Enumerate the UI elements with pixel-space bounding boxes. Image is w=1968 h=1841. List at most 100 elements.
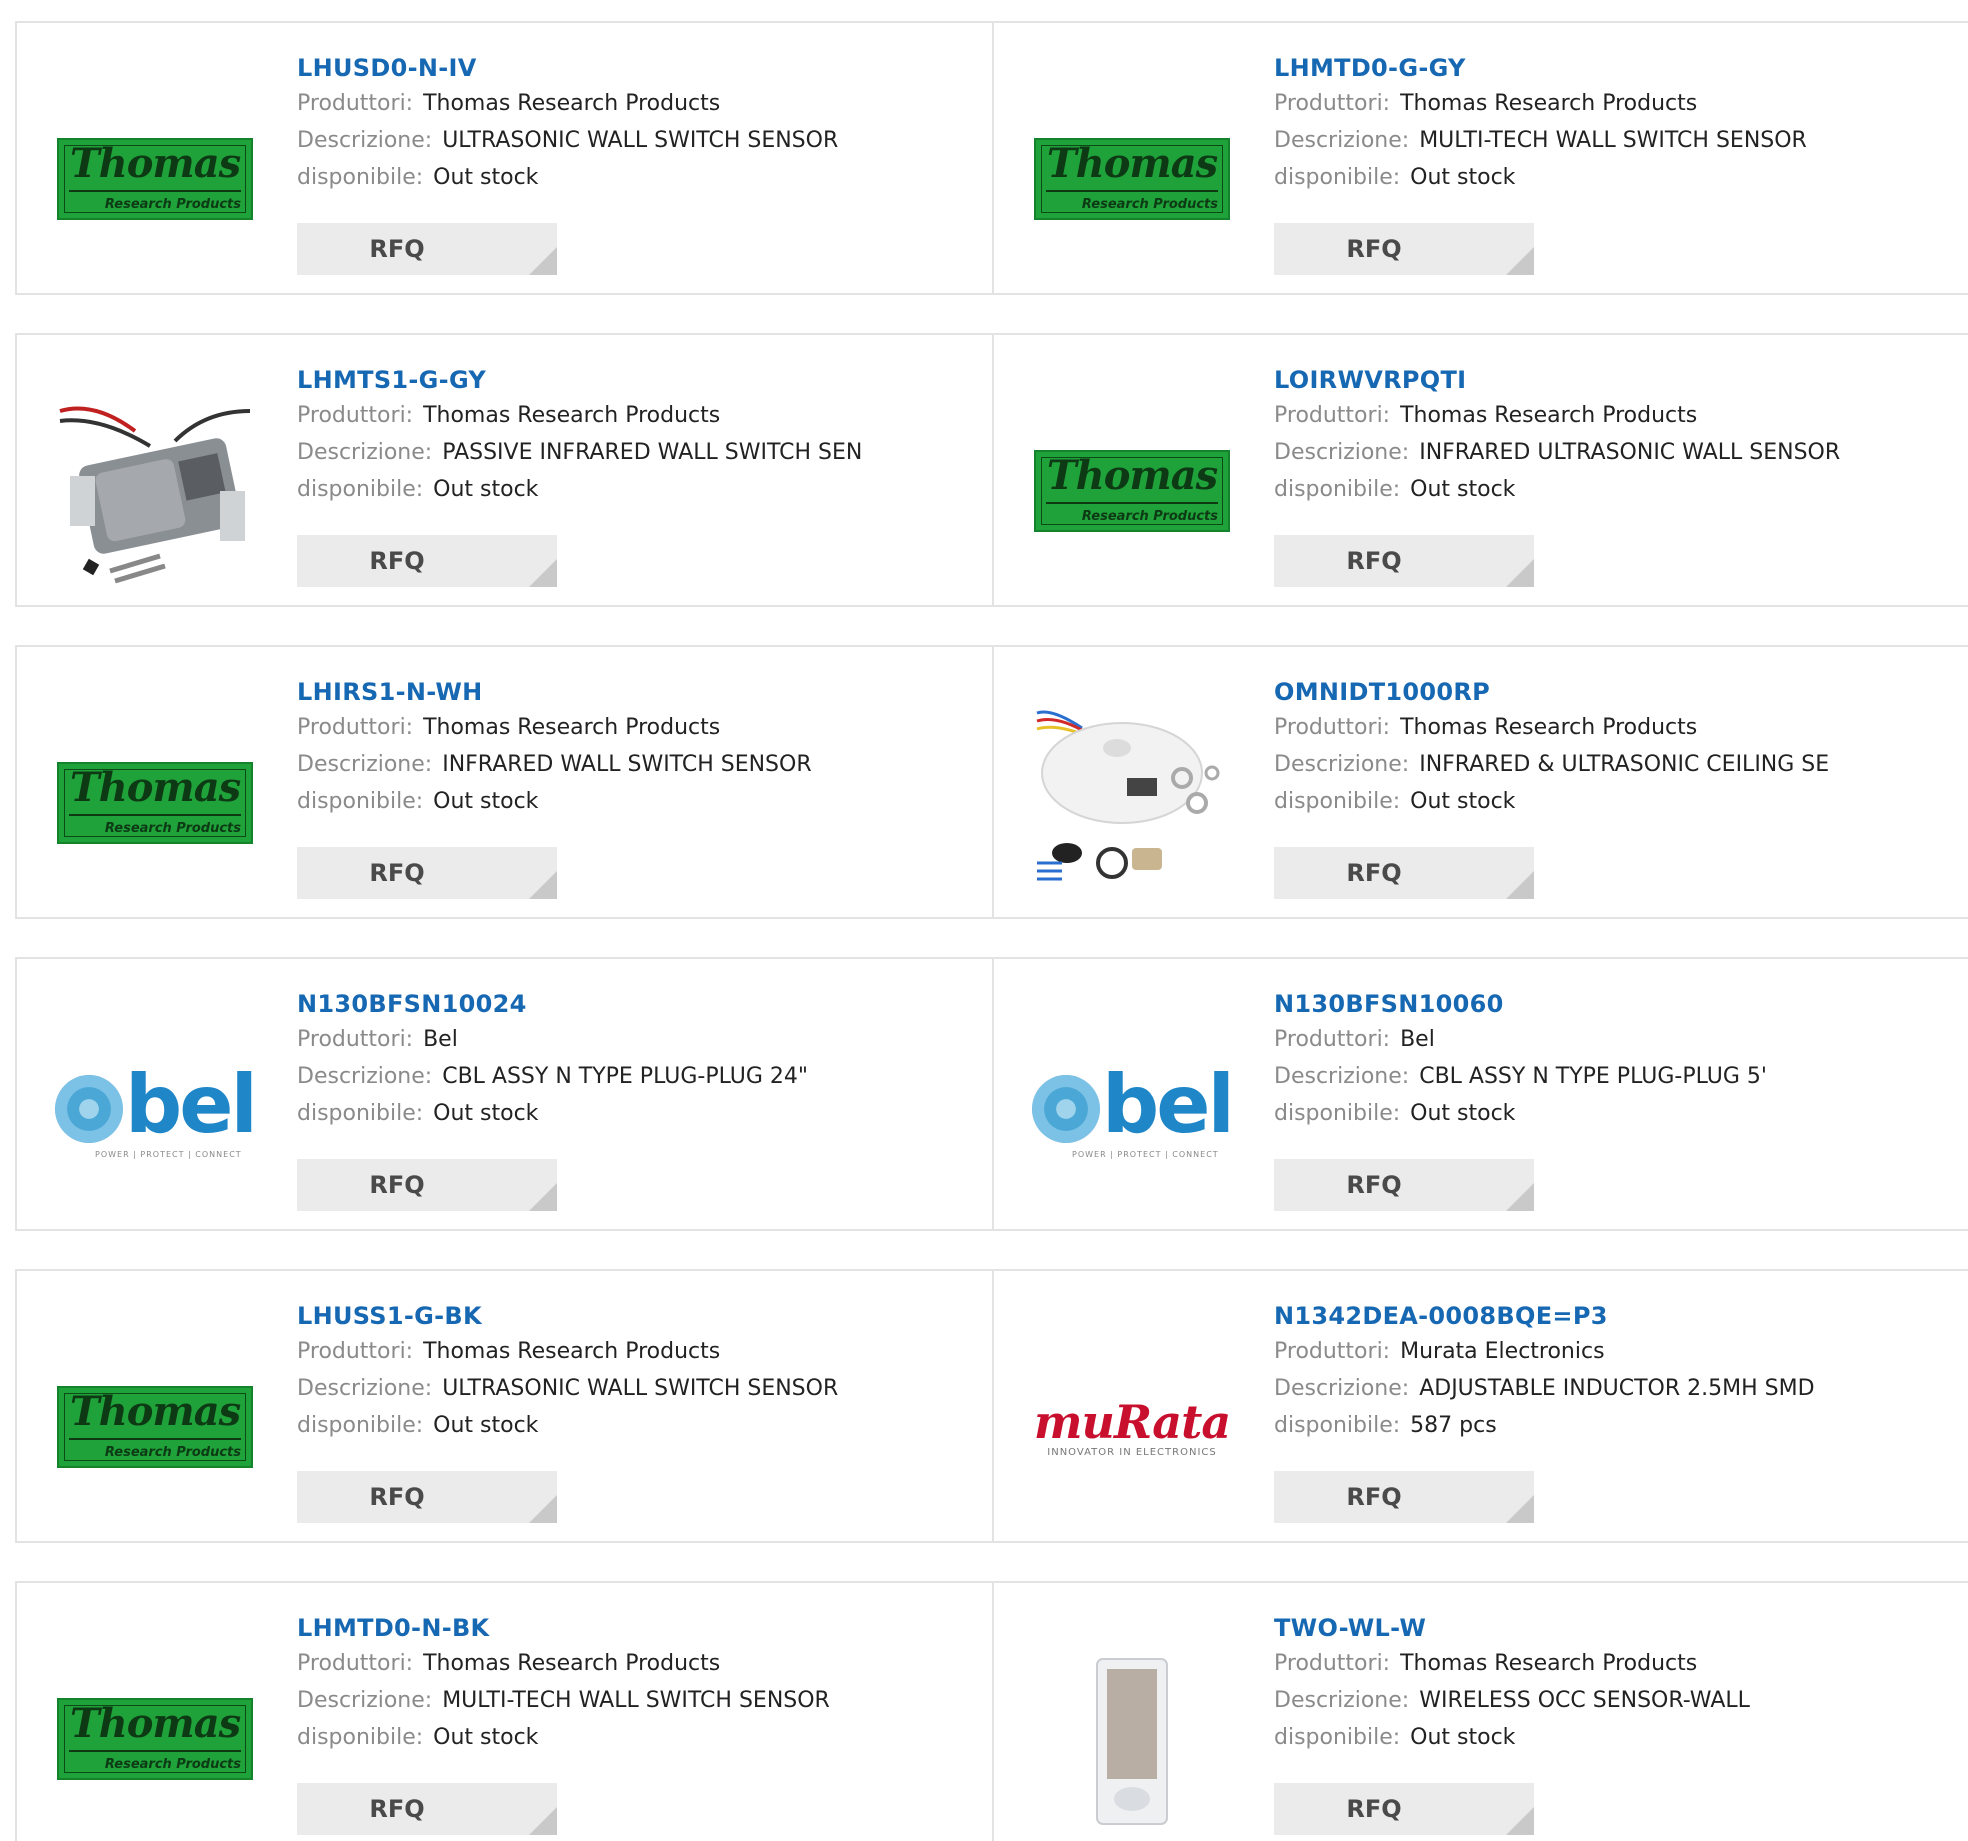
manufacturer-value: Thomas Research Products [1400,91,1698,116]
rfq-button[interactable]: RFQ [297,1471,557,1523]
wireless-wall-sensor-icon [1096,1658,1168,1825]
description-value: ULTRASONIC WALL SWITCH SENSOR [442,1376,839,1401]
manufacturer-label: Produttori: [1274,91,1391,116]
description-label: Descrizione: [1274,752,1410,777]
availability-value: Out stock [1410,1101,1516,1126]
thomas-logo[interactable]: Thomas Research Products [1032,79,1232,279]
description-value: MULTI-TECH WALL SWITCH SENSOR [442,1688,830,1713]
description-value: INFRARED & ULTRASONIC CEILING SE [1419,752,1830,777]
product-card: muRata INNOVATOR IN ELECTRONICS N1342DEA… [994,1269,1968,1543]
product-info: LHMTD0-N-BK Produttori: Thomas Research P… [297,1611,830,1756]
product-card: Thomas Research Products LHMTD0-N-BK Pro… [15,1581,994,1841]
part-number-link[interactable]: LHMTS1-G-GY [297,363,862,397]
product-row: Thomas Research Products LHUSS1-G-BK Pro… [15,1269,1968,1543]
manufacturer-value: Thomas Research Products [1400,1651,1698,1676]
description-value: INFRARED ULTRASONIC WALL SENSOR [1419,440,1841,465]
thomas-logo[interactable]: Thomas Research Products [55,703,255,903]
thomas-logo[interactable]: Thomas Research Products [55,1327,255,1527]
product-info: LHMTS1-G-GY Produttori: Thomas Research P… [297,363,862,508]
manufacturer-value: Bel [1400,1027,1435,1052]
availability-label: disponibile: [1274,1101,1401,1126]
description-label: Descrizione: [1274,1376,1410,1401]
part-number-link[interactable]: LHMTD0-N-BK [297,1611,830,1645]
bel-logo[interactable]: bel POWER | PROTECT | CONNECT [1032,1015,1235,1215]
manufacturer-value: Murata Electronics [1400,1339,1605,1364]
description-label: Descrizione: [297,1688,433,1713]
availability-label: disponibile: [1274,477,1401,502]
rfq-button[interactable]: RFQ [297,1159,557,1211]
product-info: LOIRWVRPQTI Produttori: Thomas Research P… [1274,363,1840,508]
manufacturer-label: Produttori: [1274,1339,1391,1364]
availability-label: disponibile: [297,165,424,190]
rfq-button[interactable]: RFQ [1274,535,1534,587]
murata-logo[interactable]: muRata INNOVATOR IN ELECTRONICS [1032,1327,1232,1527]
manufacturer-value: Thomas Research Products [423,91,721,116]
rfq-button[interactable]: RFQ [297,223,557,275]
product-row: Thomas Research Products LHMTD0-N-BK Pro… [15,1581,1968,1841]
rfq-button[interactable]: RFQ [1274,1159,1534,1211]
availability-value: Out stock [433,1725,539,1750]
ceiling-sensor-image[interactable] [1032,703,1232,903]
availability-label: disponibile: [297,1413,424,1438]
availability-label: disponibile: [1274,1725,1401,1750]
thomas-logo[interactable]: Thomas Research Products [1032,391,1232,591]
availability-value: Out stock [1410,789,1516,814]
product-info: TWO-WL-W Produttori: Thomas Research Prod… [1274,1611,1750,1756]
description-label: Descrizione: [297,1376,433,1401]
product-row: Thomas Research Products LHUSD0-N-IV Pro… [15,21,1968,295]
product-card: Thomas Research Products LHIRS1-N-WH Pro… [15,645,994,919]
part-number-link[interactable]: N130BFSN10024 [297,987,808,1021]
availability-value: 587 pcs [1410,1413,1497,1438]
part-number-link[interactable]: N130BFSN10060 [1274,987,1767,1021]
availability-label: disponibile: [297,1725,424,1750]
manufacturer-value: Thomas Research Products [423,1339,721,1364]
part-number-link[interactable]: LOIRWVRPQTI [1274,363,1840,397]
rfq-button[interactable]: RFQ [1274,1783,1534,1835]
product-row: Thomas Research Products LHIRS1-N-WH Pro… [15,645,1968,919]
availability-label: disponibile: [1274,165,1401,190]
rfq-button[interactable]: RFQ [297,1783,557,1835]
wireless-wall-sensor-image[interactable] [1032,1639,1232,1839]
description-value: ULTRASONIC WALL SWITCH SENSOR [442,128,839,153]
part-number-link[interactable]: OMNIDT1000RP [1274,675,1829,709]
rfq-button[interactable]: RFQ [1274,847,1534,899]
part-number-link[interactable]: LHIRS1-N-WH [297,675,812,709]
product-card: TWO-WL-W Produttori: Thomas Research Prod… [994,1581,1968,1841]
product-info: LHUSD0-N-IV Produttori: Thomas Research P… [297,51,838,196]
rfq-button[interactable]: RFQ [297,847,557,899]
availability-value: Out stock [1410,1725,1516,1750]
rfq-button[interactable]: RFQ [297,535,557,587]
wall-switch-sensor-image[interactable] [55,391,255,591]
manufacturer-label: Produttori: [297,1339,414,1364]
manufacturer-value: Thomas Research Products [423,715,721,740]
product-card: Thomas Research Products LOIRWVRPQTI Pro… [994,333,1968,607]
description-label: Descrizione: [1274,128,1410,153]
rfq-button[interactable]: RFQ [1274,223,1534,275]
rfq-button[interactable]: RFQ [1274,1471,1534,1523]
availability-label: disponibile: [297,789,424,814]
description-label: Descrizione: [1274,1064,1410,1089]
bel-logo[interactable]: bel POWER | PROTECT | CONNECT [55,1015,258,1215]
thomas-logo[interactable]: Thomas Research Products [55,1639,255,1839]
manufacturer-label: Produttori: [297,1027,414,1052]
description-label: Descrizione: [297,752,433,777]
description-value: INFRARED WALL SWITCH SENSOR [442,752,812,777]
availability-label: disponibile: [297,1101,424,1126]
part-number-link[interactable]: LHMTD0-G-GY [1274,51,1807,85]
description-label: Descrizione: [297,128,433,153]
product-info: N130BFSN10060 Produttori: Bel Descrizione… [1274,987,1767,1132]
availability-value: Out stock [1410,477,1516,502]
manufacturer-label: Produttori: [1274,403,1391,428]
ceiling-sensor-icon [1036,710,1220,881]
availability-value: Out stock [433,1413,539,1438]
description-label: Descrizione: [1274,440,1410,465]
manufacturer-label: Produttori: [297,403,414,428]
part-number-link[interactable]: N1342DEA-0008BQE=P3 [1274,1299,1815,1333]
thomas-logo[interactable]: Thomas Research Products [55,79,255,279]
part-number-link[interactable]: LHUSS1-G-BK [297,1299,838,1333]
product-card: Thomas Research Products LHUSD0-N-IV Pro… [15,21,994,295]
part-number-link[interactable]: LHUSD0-N-IV [297,51,838,85]
wall-switch-sensor-icon [59,406,251,584]
product-info: N130BFSN10024 Produttori: Bel Descrizione… [297,987,808,1132]
part-number-link[interactable]: TWO-WL-W [1274,1611,1750,1645]
